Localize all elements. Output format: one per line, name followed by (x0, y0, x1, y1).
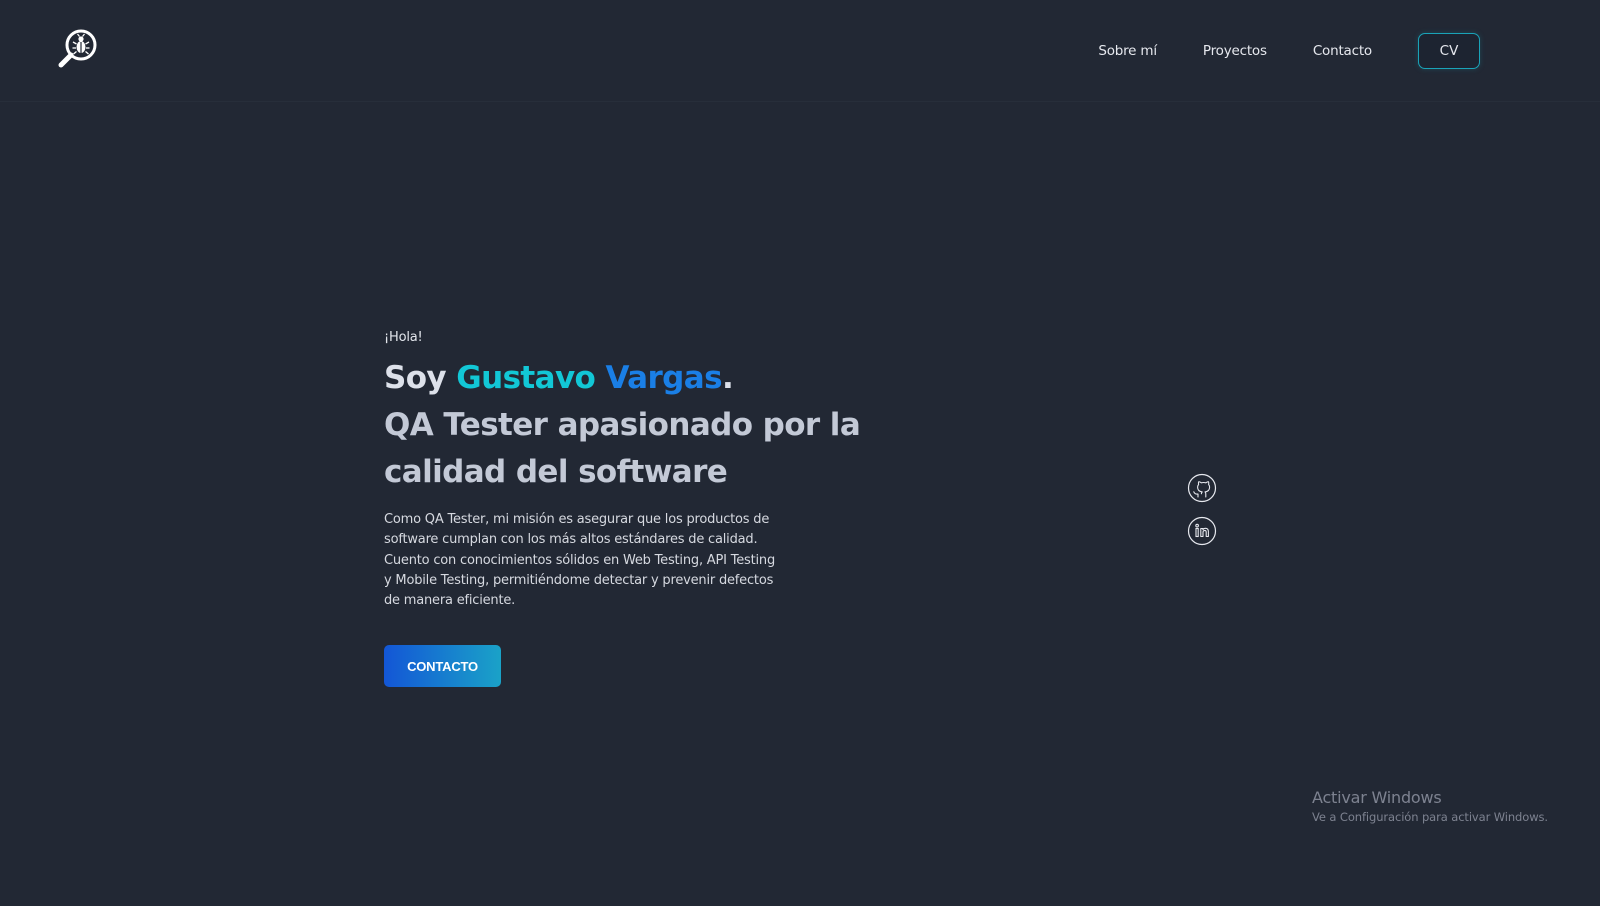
linkedin-icon[interactable] (1187, 516, 1217, 546)
github-icon[interactable] (1187, 473, 1217, 503)
social-links (1187, 473, 1217, 559)
watermark-subtitle: Ve a Configuración para activar Windows. (1312, 810, 1548, 824)
greeting-text: ¡Hola! (384, 330, 423, 345)
nav-link-sobre-mi[interactable]: Sobre mí (1098, 43, 1157, 59)
hero-description: Como QA Tester, mi misión es asegurar qu… (384, 512, 776, 609)
windows-activation-watermark: Activar Windows Ve a Configuración para … (1312, 788, 1548, 824)
headline-dot: . (721, 360, 734, 396)
headline-tagline: QA Tester apasionado por la calidad del … (384, 407, 861, 490)
headline-last-name: Vargas (605, 360, 722, 396)
cv-button[interactable]: CV (1418, 33, 1480, 69)
top-navigation-bar: Sobre mí Proyectos Contacto CV (0, 0, 1600, 102)
watermark-title: Activar Windows (1312, 788, 1442, 807)
logo-magnifier-bug-icon[interactable] (56, 26, 102, 72)
hero-headline: Soy Gustavo Vargas. QA Tester apasionado… (384, 355, 864, 496)
hero-section: ¡Hola! Soy Gustavo Vargas. QA Tester apa… (384, 330, 864, 611)
nav-link-contacto[interactable]: Contacto (1313, 43, 1372, 59)
headline-first-name: Gustavo (456, 360, 596, 396)
headline-soy: Soy (384, 360, 447, 396)
nav-link-proyectos[interactable]: Proyectos (1203, 43, 1267, 59)
contact-cta-button[interactable]: CONTACTO (384, 645, 501, 687)
main-nav: Sobre mí Proyectos Contacto CV (1098, 33, 1480, 69)
